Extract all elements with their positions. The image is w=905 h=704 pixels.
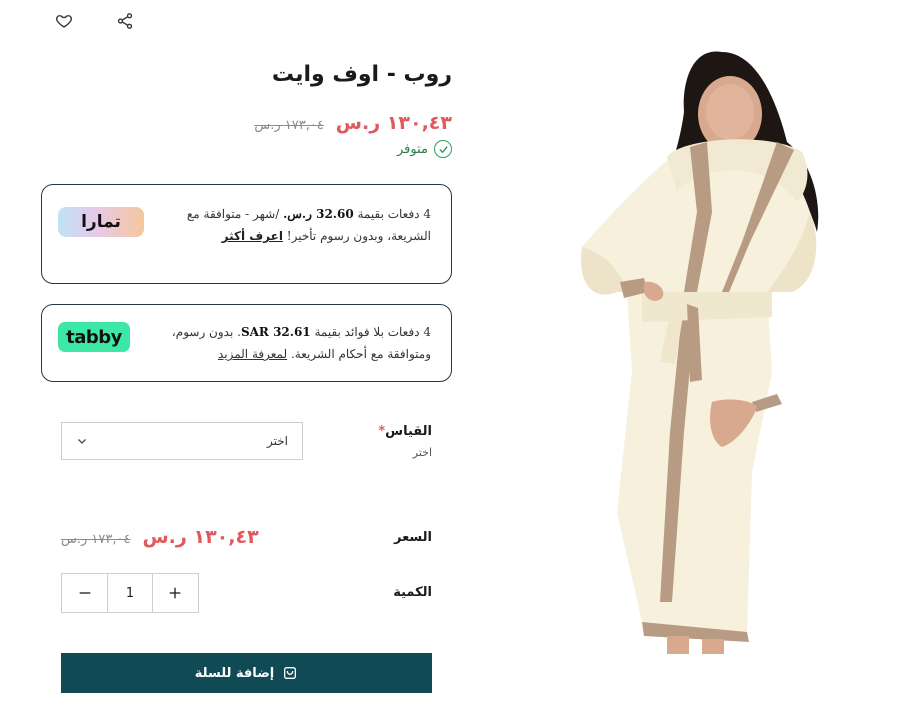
quantity-input[interactable]: 1 bbox=[107, 574, 153, 612]
tabby-amount: SAR 32.61 bbox=[240, 325, 311, 339]
minus-icon bbox=[79, 592, 90, 594]
tabby-line1-prefix: 4 دفعات بلا فوائد بقيمة bbox=[314, 325, 431, 339]
tamara-line2: الشريعة، وبدون رسوم تأخير! bbox=[286, 229, 431, 243]
total-price: ١٣٠,٤٣ ر.س ١٧٣,٠٤ ر.س bbox=[61, 526, 259, 548]
product-image bbox=[581, 51, 819, 654]
size-select[interactable]: اختر bbox=[61, 422, 303, 460]
plus-icon bbox=[170, 587, 181, 599]
wishlist-button[interactable] bbox=[53, 10, 75, 32]
size-select-value: اختر bbox=[267, 434, 288, 448]
decrease-button[interactable] bbox=[62, 574, 107, 612]
tamara-line1-prefix: 4 دفعات بقيمة bbox=[357, 207, 432, 221]
size-selected-text: اختر bbox=[412, 446, 432, 459]
tamara-text: 4 دفعات بقيمة 32.60 ر.س. /شهر - متوافقة … bbox=[161, 203, 431, 247]
product-title: روب - اوف وايت bbox=[271, 62, 452, 87]
product-price: ١٣٠,٤٣ ر.س ١٧٣,٠٤ ر.س bbox=[254, 112, 452, 134]
tabby-text: 4 دفعات بلا فوائد بقيمة SAR 32.61. بدون … bbox=[161, 321, 431, 365]
check-circle-icon bbox=[434, 140, 452, 158]
share-button[interactable] bbox=[114, 10, 136, 32]
tabby-line2: ومتوافقة مع أحكام الشريعة. bbox=[290, 347, 431, 361]
size-label-text: القياس bbox=[385, 424, 432, 439]
quantity-label: الكمية bbox=[393, 585, 432, 600]
tabby-logo: tabby bbox=[58, 322, 130, 352]
total-sale-price: ١٣٠,٤٣ ر.س bbox=[142, 526, 259, 548]
tamara-widget: 4 دفعات بقيمة 32.60 ر.س. /شهر - متوافقة … bbox=[41, 184, 452, 284]
stock-label: متوفر bbox=[397, 141, 428, 157]
tabby-learn-more-link[interactable]: لمعرفة المزيد bbox=[218, 347, 287, 361]
heart-icon bbox=[56, 15, 72, 28]
tamara-amount: 32.60 ر.س. bbox=[283, 207, 354, 221]
price-label: السعر bbox=[394, 530, 432, 545]
share-icon bbox=[117, 13, 133, 29]
chevron-down-icon bbox=[78, 439, 86, 444]
stock-status: متوفر bbox=[397, 140, 452, 158]
tamara-learn-more-link[interactable]: اعرف أكثر bbox=[222, 229, 283, 243]
tabby-widget: 4 دفعات بلا فوائد بقيمة SAR 32.61. بدون … bbox=[41, 304, 452, 382]
increase-button[interactable] bbox=[153, 574, 198, 612]
cart-icon bbox=[284, 667, 297, 679]
tabby-line1-suffix: . بدون رسوم، bbox=[171, 325, 241, 339]
sale-price: ١٣٠,٤٣ ر.س bbox=[335, 112, 452, 134]
add-to-cart-label: إضافة للسلة bbox=[194, 665, 275, 681]
quantity-stepper: 1 bbox=[61, 573, 199, 613]
tamara-logo: تمارا bbox=[58, 207, 144, 237]
total-original-price: ١٧٣,٠٤ ر.س bbox=[61, 532, 131, 547]
tamara-line1-suffix: /شهر - متوافقة مع bbox=[186, 207, 280, 221]
add-to-cart-button[interactable]: إضافة للسلة bbox=[61, 653, 432, 693]
original-price: ١٧٣,٠٤ ر.س bbox=[254, 118, 324, 133]
size-label: القياس* bbox=[374, 424, 432, 439]
